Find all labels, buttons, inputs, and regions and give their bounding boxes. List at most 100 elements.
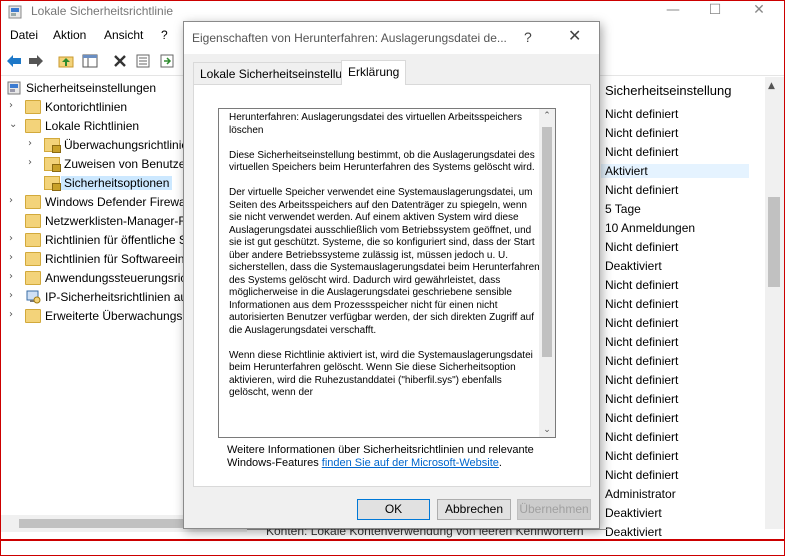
policy-setting-value[interactable]: Nicht definiert xyxy=(605,297,678,311)
tree-node-label: IP-Sicherheitsrichtlinien auf Lokaler Co… xyxy=(45,290,187,304)
delete-icon[interactable] xyxy=(111,52,129,70)
folder-icon xyxy=(25,214,41,228)
policy-setting-value[interactable]: Nicht definiert xyxy=(605,278,678,292)
chevron-right-icon[interactable]: › xyxy=(28,138,38,149)
tree-node-label: Richtlinien für öffentliche Schlüssel xyxy=(45,233,187,247)
policy-setting-value[interactable]: Nicht definiert xyxy=(605,449,678,463)
menu-help[interactable]: ? xyxy=(161,28,168,42)
ok-button[interactable]: OK xyxy=(357,499,430,520)
explanation-heading: Herunterfahren: Auslagerungsdatei des vi… xyxy=(229,112,522,136)
policy-setting-value[interactable]: Nicht definiert xyxy=(605,316,678,330)
lock-folder-icon xyxy=(44,176,61,191)
policy-setting-value[interactable]: Nicht definiert xyxy=(605,240,678,254)
more-info: Weitere Informationen über Sicherheitsri… xyxy=(227,444,557,470)
back-arrow-icon[interactable] xyxy=(5,52,23,70)
policy-setting-value[interactable]: Deaktiviert xyxy=(605,259,662,273)
show-hide-tree-icon[interactable] xyxy=(81,52,99,70)
policy-setting-value[interactable]: Nicht definiert xyxy=(605,107,678,121)
explanation-scrollbar[interactable]: ⌃ ⌄ xyxy=(539,109,555,437)
folder-icon xyxy=(25,233,41,247)
cancel-button[interactable]: Abbrechen xyxy=(437,499,511,520)
policy-setting-value[interactable]: Nicht definiert xyxy=(605,411,678,425)
policy-setting-value[interactable]: Nicht definiert xyxy=(605,183,678,197)
policy-setting-value[interactable]: Nicht definiert xyxy=(605,392,678,406)
app-icon xyxy=(8,5,22,19)
microsoft-website-link[interactable]: finden Sie auf der Microsoft-Website xyxy=(322,457,499,469)
security-settings-icon xyxy=(6,81,22,95)
list-vertical-scrollbar[interactable] xyxy=(765,77,784,529)
dialog-title-bar: Eigenschaften von Herunterfahren: Auslag… xyxy=(184,22,599,54)
policy-setting-value[interactable]: Nicht definiert xyxy=(605,468,678,482)
minimize-button[interactable]: — xyxy=(655,1,691,21)
menu-datei[interactable]: Datei xyxy=(10,28,38,42)
dialog-help-button[interactable]: ? xyxy=(524,29,532,45)
up-folder-icon[interactable] xyxy=(57,52,75,70)
folder-icon xyxy=(25,119,41,133)
tree-node-label: Lokale Richtlinien xyxy=(45,119,140,133)
policy-setting-value[interactable]: 5 Tage xyxy=(605,202,641,216)
chevron-right-icon[interactable]: › xyxy=(9,195,19,206)
list-scroll-thumb[interactable] xyxy=(768,197,780,287)
tree-node-label: Windows Defender Firewall xyxy=(45,195,187,209)
scroll-down-icon[interactable]: ⌄ xyxy=(539,425,555,435)
more-info-period: . xyxy=(498,457,502,469)
apply-button[interactable]: Übernehmen xyxy=(517,499,591,520)
chevron-right-icon[interactable]: › xyxy=(9,309,19,320)
policy-setting-value[interactable]: Deaktiviert xyxy=(605,506,662,520)
chevron-right-icon[interactable]: › xyxy=(9,233,19,244)
chevron-down-icon[interactable]: ⌄ xyxy=(9,119,19,130)
policy-setting-value[interactable]: Nicht definiert xyxy=(605,335,678,349)
lock-folder-icon xyxy=(44,138,61,153)
tree-node-label: Sicherheitsoptionen xyxy=(61,176,173,190)
tree-node-label: Kontorichtlinien xyxy=(45,100,128,114)
tree-view[interactable]: Sicherheitseinstellungen › Kontorichtlin… xyxy=(1,77,187,512)
policy-setting-value[interactable]: Aktiviert xyxy=(601,164,749,178)
policy-setting-value[interactable]: Administrator xyxy=(605,487,676,501)
close-button[interactable]: ✕ xyxy=(741,1,777,21)
policy-setting-value[interactable]: Nicht definiert xyxy=(605,373,678,387)
dialog-close-button[interactable]: ✕ xyxy=(568,26,581,45)
menu-aktion[interactable]: Aktion xyxy=(53,28,86,42)
tree-node-label: Erweiterte Überwachungsrichtlinienkonfig… xyxy=(45,309,187,323)
chevron-right-icon[interactable]: › xyxy=(28,157,38,168)
scroll-up-icon[interactable]: ▲ xyxy=(768,81,775,91)
chevron-right-icon[interactable]: › xyxy=(9,271,19,282)
scroll-up-icon[interactable]: ⌃ xyxy=(539,111,555,121)
lock-folder-icon xyxy=(44,157,61,172)
tree-node-label: Richtlinien für Softwareeinschränkung xyxy=(45,252,187,266)
chevron-right-icon[interactable]: › xyxy=(9,290,19,301)
folder-icon xyxy=(25,100,41,114)
folder-icon xyxy=(25,309,41,323)
policy-setting-value[interactable]: Deaktiviert xyxy=(605,525,662,537)
policy-setting-value[interactable]: 10 Anmeldungen xyxy=(605,221,695,235)
policy-settings-list: Sicherheitseinstellung Nicht definiert Ni… xyxy=(601,77,771,537)
properties-icon[interactable] xyxy=(134,52,152,70)
explanation-paragraph: Diese Sicherheitseinstellung bestimmt, o… xyxy=(229,149,535,174)
chevron-right-icon[interactable]: › xyxy=(9,100,19,111)
tab-erklaerung[interactable]: Erklärung xyxy=(341,60,407,85)
explanation-textbox[interactable]: Herunterfahren: Auslagerungsdatei des vi… xyxy=(218,108,556,438)
column-header-sicherheitseinstellung[interactable]: Sicherheitseinstellung xyxy=(605,83,731,98)
explanation-paragraph: Der virtuelle Speicher verwendet eine Sy… xyxy=(229,187,540,336)
forward-arrow-icon[interactable] xyxy=(27,52,45,70)
tab-lokale-sicherheitseinstellung[interactable]: Lokale Sicherheitseinstellung xyxy=(193,62,363,84)
policy-setting-value[interactable]: Nicht definiert xyxy=(605,354,678,368)
export-list-icon[interactable] xyxy=(158,52,176,70)
explanation-paragraph: Wenn diese Richtlinie aktiviert ist, wir… xyxy=(229,349,533,399)
title-bar: Lokale Sicherheitsrichtlinie — ☐ ✕ xyxy=(1,1,784,23)
policy-setting-value[interactable]: Nicht definiert xyxy=(605,145,678,159)
dialog-title: Eigenschaften von Herunterfahren: Auslag… xyxy=(192,31,507,45)
chevron-right-icon[interactable]: › xyxy=(9,252,19,263)
tree-node-label: Überwachungsrichtlinie xyxy=(64,138,187,152)
policy-setting-value[interactable]: Nicht definiert xyxy=(605,430,678,444)
tree-node-label: Netzwerklisten-Manager-Richtlinien xyxy=(45,214,187,228)
window-title: Lokale Sicherheitsrichtlinie xyxy=(31,4,174,18)
red-highlight-border xyxy=(1,539,785,541)
menu-ansicht[interactable]: Ansicht xyxy=(104,28,143,42)
maximize-button[interactable]: ☐ xyxy=(697,1,733,21)
explanation-scroll-thumb[interactable] xyxy=(542,127,552,357)
folder-icon xyxy=(25,195,41,209)
tree-node-label: Sicherheitseinstellungen xyxy=(26,81,157,95)
folder-icon xyxy=(25,252,41,266)
policy-setting-value[interactable]: Nicht definiert xyxy=(605,126,678,140)
